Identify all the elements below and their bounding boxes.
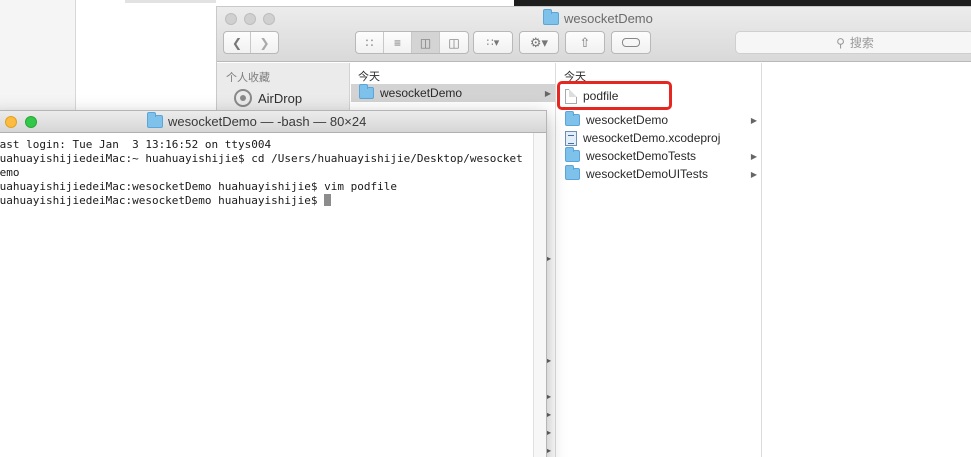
- terminal-minimize-button[interactable]: [5, 116, 17, 128]
- list-view-button[interactable]: ≡: [384, 32, 412, 53]
- minimize-button[interactable]: [244, 13, 256, 25]
- list-item-label: wesocketDemo: [380, 86, 463, 100]
- gallery-view-button[interactable]: ◫: [440, 32, 468, 53]
- disclosure-arrow-icon: ▶: [750, 169, 757, 179]
- terminal-window: wesocketDemo — -bash — 80×24 Last login:…: [0, 110, 547, 457]
- terminal-scrollbar[interactable]: [533, 133, 546, 457]
- sidebar-item-label: AirDrop: [258, 90, 303, 106]
- search-icon: ⚲: [836, 35, 845, 50]
- finder-toolbar: wesocketDemo ❮ ❯ ∷ ≡ ◫ ◫ ∷▾ ⚙▾ ⇧ ⚲ 搜索: [217, 7, 971, 62]
- arrange-button[interactable]: ∷▾: [473, 31, 513, 54]
- grid-icon: ∷: [365, 35, 374, 50]
- list-item-label: wesocketDemoUITests: [586, 167, 709, 181]
- tag-icon: [622, 38, 640, 47]
- list-item-tests[interactable]: wesocketDemoTests ▶: [557, 147, 761, 165]
- list-item-uitests[interactable]: wesocketDemoUITests ▶: [557, 165, 761, 183]
- terminal-titlebar: wesocketDemo — -bash — 80×24: [0, 111, 546, 133]
- share-icon: ⇧: [579, 34, 591, 50]
- terminal-title-text: wesocketDemo — -bash — 80×24: [168, 114, 367, 129]
- column-view-button[interactable]: ◫: [412, 32, 440, 53]
- list-item-xcodeproj[interactable]: wesocketDemo.xcodeproj: [557, 129, 761, 147]
- airdrop-icon: [234, 89, 252, 107]
- folder-icon: [543, 9, 559, 25]
- columns-icon: ◫: [419, 35, 432, 50]
- highlight-box: [557, 81, 672, 110]
- list-icon: ≡: [393, 35, 401, 50]
- icon-view-button[interactable]: ∷: [356, 32, 384, 53]
- terminal-line: huahuayishijiedeiMac:~ huahuayishijie$ c…: [0, 152, 523, 165]
- folder-icon: [147, 112, 163, 128]
- finder-column-2: 今天 podfile wesocketDemo ▶ wesocketDemo.x…: [557, 63, 762, 457]
- folder-icon: [565, 165, 580, 180]
- back-button[interactable]: ❮: [224, 32, 252, 53]
- terminal-line: huahuayishijiedeiMac:wesocketDemo huahua…: [0, 180, 397, 193]
- disclosure-arrow-icon: ▶: [544, 88, 551, 98]
- background-divider: [125, 0, 216, 3]
- finder-title-text: wesocketDemo: [564, 11, 653, 26]
- action-button[interactable]: ⚙▾: [519, 31, 559, 54]
- view-mode-control: ∷ ≡ ◫ ◫: [355, 31, 469, 54]
- folder-icon: [565, 147, 580, 162]
- back-forward-control: ❮ ❯: [223, 31, 279, 54]
- tag-button[interactable]: [611, 31, 651, 54]
- terminal-zoom-button[interactable]: [25, 116, 37, 128]
- forward-button[interactable]: ❯: [251, 32, 278, 53]
- terminal-output[interactable]: Last login: Tue Jan 3 13:16:52 on ttys00…: [0, 135, 534, 457]
- sidebar-item-airdrop[interactable]: AirDrop: [234, 89, 302, 107]
- text-cursor: [324, 194, 332, 206]
- finder-title: wesocketDemo: [543, 9, 653, 26]
- search-placeholder: 搜索: [849, 36, 874, 50]
- sidebar-header-favorites: 个人收藏: [226, 72, 270, 84]
- chevron-right-icon: ❯: [259, 35, 270, 50]
- column-header: 今天: [358, 71, 380, 83]
- folder-icon: [359, 84, 374, 99]
- terminal-line: Last login: Tue Jan 3 13:16:52 on ttys00…: [0, 138, 272, 151]
- search-field[interactable]: ⚲ 搜索: [735, 31, 971, 54]
- zoom-button[interactable]: [263, 13, 275, 25]
- background-window-panel: [75, 0, 216, 110]
- terminal-line: Demo: [0, 166, 20, 179]
- terminal-prompt-line: huahuayishijiedeiMac:wesocketDemo huahua…: [0, 194, 534, 208]
- arrange-icon: ∷▾: [486, 37, 500, 49]
- list-item-label: wesocketDemo: [586, 113, 669, 127]
- xcodeproj-icon: [565, 130, 577, 146]
- list-item-label: wesocketDemo.xcodeproj: [583, 131, 721, 145]
- list-item-wesocketdemo[interactable]: wesocketDemo ▶: [351, 84, 555, 102]
- folder-icon: [565, 111, 580, 126]
- terminal-title: wesocketDemo — -bash — 80×24: [147, 112, 367, 129]
- close-button[interactable]: [225, 13, 237, 25]
- gear-icon: ⚙▾: [529, 34, 549, 50]
- gallery-icon: ◫: [448, 35, 460, 50]
- disclosure-arrow-icon: ▶: [750, 115, 757, 125]
- list-item-label: wesocketDemoTests: [586, 149, 697, 163]
- share-button[interactable]: ⇧: [565, 31, 605, 54]
- disclosure-arrow-icon: ▶: [750, 151, 757, 161]
- terminal-line: huahuayishijiedeiMac:wesocketDemo huahua…: [0, 194, 325, 207]
- list-item-wesocketdemo-folder[interactable]: wesocketDemo ▶: [557, 111, 761, 129]
- chevron-left-icon: ❮: [231, 35, 243, 50]
